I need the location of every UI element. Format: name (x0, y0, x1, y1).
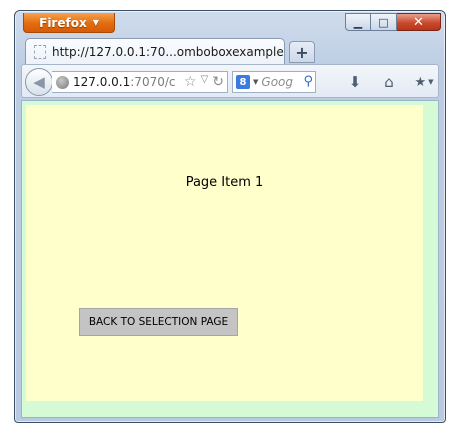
back-to-selection-button[interactable]: BACK TO SELECTION PAGE (79, 308, 238, 336)
home-icon: ⌂ (384, 73, 394, 91)
search-bar[interactable]: 8 ▼ Goog ⚲ (232, 71, 316, 93)
download-arrow-icon: ⬇ (348, 73, 362, 91)
downloads-button[interactable]: ⬇ (344, 73, 366, 91)
page-viewport: Page Item 1 BACK TO SELECTION PAGE (21, 100, 439, 418)
tab-active[interactable]: http://127.0.0.1:70...omboboxexample.jar… (25, 38, 285, 64)
plus-icon: + (295, 42, 309, 62)
google-engine-icon[interactable]: 8 (236, 75, 250, 89)
bookmarks-menu-button[interactable]: ★ ▼ (410, 73, 438, 91)
tab-title: http://127.0.0.1:70...omboboxexample.jar… (52, 44, 285, 59)
home-button[interactable]: ⌂ (378, 73, 400, 91)
minimize-icon: ▁ (353, 15, 363, 29)
chevron-down-icon: ▼ (253, 78, 259, 86)
url-host: 127.0.0.1 (73, 75, 131, 89)
content-panel: Page Item 1 BACK TO SELECTION PAGE (26, 105, 423, 401)
firefox-menu-button[interactable]: Firefox ▼ (23, 13, 115, 33)
chevron-down-icon: ▼ (92, 18, 99, 27)
window-caption-buttons: ▁ □ ✕ (345, 13, 441, 31)
close-icon: ✕ (413, 14, 424, 30)
page-icon (34, 44, 46, 59)
new-tab-button[interactable]: + (289, 41, 315, 63)
url-bar-icons: ☆ ▽ ↻ (182, 74, 224, 90)
history-dropdown-icon[interactable]: ▽ (201, 74, 209, 90)
maximize-icon: □ (378, 15, 389, 29)
url-path: :7070/c (130, 75, 176, 89)
chevron-down-icon: ▼ (428, 78, 434, 86)
navigation-toolbar: ◀ 127.0.0.1:7070/c ☆ ▽ ↻ 8 ▼ Goog ⚲ ⬇ ⌂ (21, 64, 439, 98)
maximize-button[interactable]: □ (371, 13, 397, 31)
minimize-button[interactable]: ▁ (345, 13, 371, 31)
browser-window: Firefox ▼ ▁ □ ✕ http://127.0.0.1:70...om… (14, 10, 446, 423)
search-placeholder: Goog (261, 75, 293, 89)
url-bar[interactable]: 127.0.0.1:7070/c ☆ ▽ ↻ (52, 71, 228, 93)
globe-icon (56, 75, 69, 89)
magnifier-icon[interactable]: ⚲ (303, 74, 313, 89)
bookmarks-star-icon: ★ (414, 74, 427, 90)
bookmark-star-icon[interactable]: ☆ (184, 74, 197, 90)
arrow-left-icon: ◀ (33, 73, 45, 91)
reload-icon[interactable]: ↻ (212, 74, 224, 90)
close-button[interactable]: ✕ (397, 13, 441, 31)
back-button[interactable]: ◀ (25, 68, 53, 96)
page-item-label: Page Item 1 (185, 175, 264, 190)
firefox-menu-label: Firefox (39, 15, 87, 30)
